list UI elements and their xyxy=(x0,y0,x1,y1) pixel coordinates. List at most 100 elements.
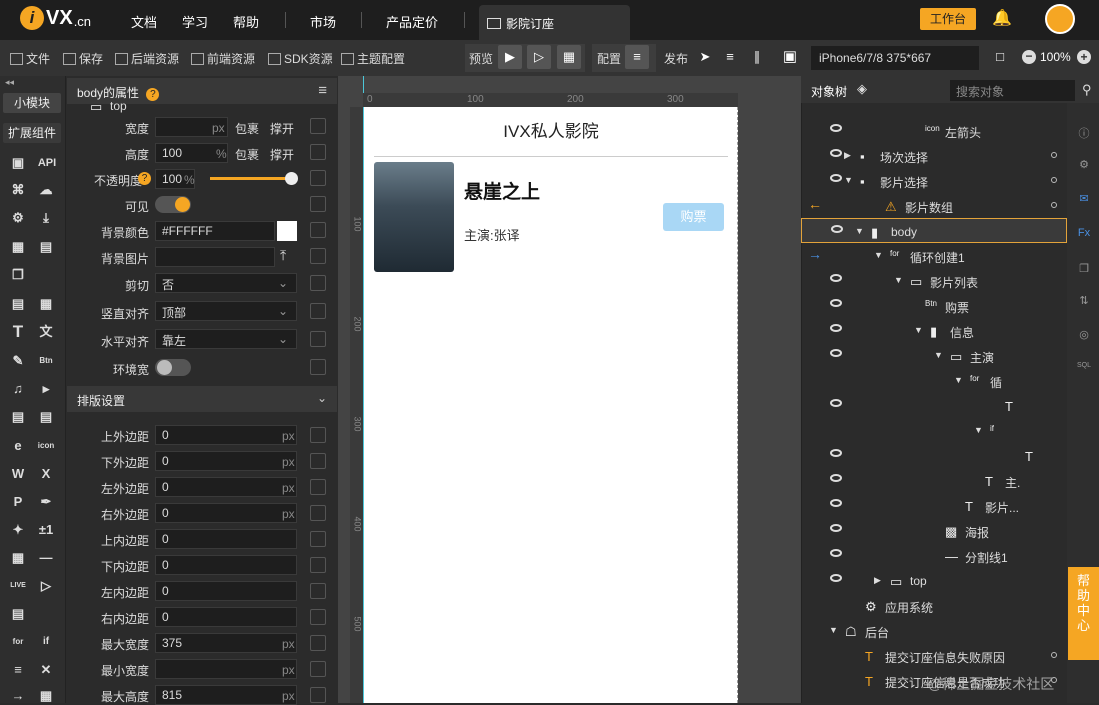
for-loop-icon[interactable]: for xyxy=(8,633,28,651)
brush-icon[interactable]: ✒ xyxy=(36,493,56,511)
workbench-button[interactable]: 工作台 xyxy=(920,8,976,30)
eye-icon[interactable] xyxy=(830,549,842,557)
search-icon[interactable]: ⚲ xyxy=(1082,82,1092,98)
save-button[interactable]: 保存 xyxy=(63,50,103,67)
monitor-icon[interactable]: ▣ xyxy=(778,45,802,69)
theme-config-button[interactable]: 主题配置 xyxy=(341,50,405,67)
copy-icon[interactable] xyxy=(310,687,326,703)
eye-icon[interactable] xyxy=(830,349,842,357)
padding-bottom-input[interactable]: 0 xyxy=(155,555,297,575)
eye-icon[interactable] xyxy=(831,225,843,233)
small-module-tab[interactable]: 小模块 xyxy=(3,93,61,113)
copy-icon[interactable] xyxy=(310,453,326,469)
chevron-down-icon[interactable]: ▼ xyxy=(974,425,983,435)
copy-icon[interactable] xyxy=(310,635,326,651)
image-icon[interactable]: ▤ xyxy=(8,295,28,313)
copy-icon[interactable] xyxy=(310,248,326,264)
chevron-right-icon[interactable]: ▶ xyxy=(874,575,881,586)
upload-icon[interactable]: ⤒ xyxy=(280,247,286,264)
width-wrap-button[interactable]: 包裹 xyxy=(235,120,259,137)
tree-row[interactable]: ▼ ▭ 影片列表 xyxy=(801,268,1067,293)
qr-icon[interactable]: ▦ xyxy=(8,549,28,567)
chevron-down-icon[interactable]: ▼ xyxy=(829,625,838,635)
cube-icon[interactable]: ▣ xyxy=(8,154,28,172)
screenshot-icon[interactable]: □ xyxy=(988,45,1012,69)
tree-row[interactable]: ▼ if xyxy=(801,418,1067,443)
copy-icon[interactable] xyxy=(310,609,326,625)
tree-row[interactable]: ▼ for 循 xyxy=(801,368,1067,393)
chevron-down-icon[interactable]: ▼ xyxy=(934,350,943,360)
copy-icon[interactable] xyxy=(310,557,326,573)
copy-icon[interactable] xyxy=(310,275,326,291)
tree-row[interactable]: ▩ 海报 xyxy=(801,518,1067,543)
align-bars-icon[interactable]: ∥ xyxy=(745,45,769,69)
tree-row[interactable]: ▼ ☖ 后台 xyxy=(801,618,1067,643)
word-icon[interactable]: W xyxy=(8,465,28,483)
translate-icon[interactable]: 文 xyxy=(36,323,56,341)
align-left-icon[interactable]: ≡ xyxy=(718,45,742,69)
bell-icon[interactable]: 🔔 xyxy=(992,8,1012,30)
tree-row[interactable]: Btn 购票 xyxy=(801,293,1067,318)
tree-row[interactable]: ▶ ▪ 场次选择 xyxy=(801,143,1067,168)
copy-icon[interactable] xyxy=(310,427,326,443)
eye-icon[interactable] xyxy=(830,274,842,282)
max-width-input[interactable]: 375 xyxy=(155,633,297,653)
copy-icon[interactable] xyxy=(310,531,326,547)
tree-row[interactable]: ▼ ▮ body xyxy=(801,218,1067,243)
divider-icon[interactable]: — xyxy=(36,549,56,567)
eye-icon[interactable] xyxy=(830,524,842,532)
bg-color-swatch[interactable] xyxy=(277,221,297,241)
chevron-down-icon[interactable]: ▼ xyxy=(844,175,853,185)
ppt-icon[interactable]: P xyxy=(8,493,28,511)
valign-select[interactable]: 顶部 ⌄ xyxy=(155,301,297,321)
mqtt-icon[interactable]: ☁ xyxy=(36,181,56,199)
sql-icon[interactable]: SQL xyxy=(1075,362,1093,378)
padding-right-input[interactable]: 0 xyxy=(155,607,297,627)
bg-color-input[interactable]: #FFFFFF xyxy=(155,221,275,241)
tab-cinema-booking[interactable]: 影院订座 xyxy=(479,5,630,40)
tree-row[interactable]: T xyxy=(801,443,1067,468)
eye-icon[interactable] xyxy=(830,449,842,457)
copy-icon[interactable] xyxy=(310,196,326,212)
tree-row[interactable]: ⚠ 影片数组 xyxy=(801,193,1067,218)
live-icon[interactable]: LIVE xyxy=(8,577,28,595)
eye-icon[interactable] xyxy=(830,149,842,157)
eye-icon[interactable] xyxy=(830,499,842,507)
tree-row[interactable]: ⚙ 应用系统 xyxy=(801,593,1067,618)
margin-top-input[interactable]: 0 xyxy=(155,425,297,445)
help-icon[interactable]: ? xyxy=(138,172,151,185)
nav-help[interactable]: 帮助 xyxy=(233,12,259,31)
bg-image-input[interactable] xyxy=(155,247,275,267)
tree-row[interactable]: ▶ ▭ top xyxy=(801,568,1067,593)
tree-row[interactable]: T xyxy=(801,393,1067,418)
icon-component-icon[interactable]: icon xyxy=(36,437,56,455)
puzzle-icon[interactable]: ✦ xyxy=(8,521,28,539)
eye-icon[interactable] xyxy=(830,299,842,307)
tree-row[interactable]: ▼ ▮ 信息 xyxy=(801,318,1067,343)
ivx-logo[interactable]: i VX .cn xyxy=(20,6,91,30)
function-icon[interactable]: Fx xyxy=(1075,227,1093,243)
tree-row[interactable]: — 分割线1 xyxy=(801,543,1067,568)
chevron-down-icon[interactable]: ▼ xyxy=(894,275,903,285)
copy-icon[interactable] xyxy=(310,303,326,319)
margin-right-input[interactable]: 0 xyxy=(155,503,297,523)
forward-icon[interactable]: → xyxy=(8,687,28,705)
width-stretch-button[interactable]: 撑开 xyxy=(270,120,294,137)
eye-icon[interactable] xyxy=(830,124,842,132)
clip-select[interactable]: 否 ⌄ xyxy=(155,273,297,293)
page-add-icon[interactable]: ▦ xyxy=(8,238,28,256)
excel-icon[interactable]: X xyxy=(36,465,56,483)
nav-market[interactable]: 市场 xyxy=(310,12,336,31)
buy-ticket-button[interactable]: 购票 xyxy=(663,203,724,231)
sliders-icon[interactable]: ≡ xyxy=(625,45,649,69)
nav-docs[interactable]: 文档 xyxy=(131,12,157,31)
file-menu[interactable]: 文件 xyxy=(10,50,50,67)
document-icon[interactable]: ▤ xyxy=(8,408,28,426)
screen-icon[interactable]: ▤ xyxy=(8,605,28,623)
play-icon[interactable]: ▶ xyxy=(498,45,522,69)
zoom-out-icon[interactable]: − xyxy=(1022,50,1036,64)
layout-header[interactable]: 排版设置 ⌄ xyxy=(67,386,337,412)
play-frame-icon[interactable]: ▷ xyxy=(527,45,551,69)
video-icon[interactable]: ▸ xyxy=(36,380,56,398)
copy-icon[interactable] xyxy=(310,479,326,495)
